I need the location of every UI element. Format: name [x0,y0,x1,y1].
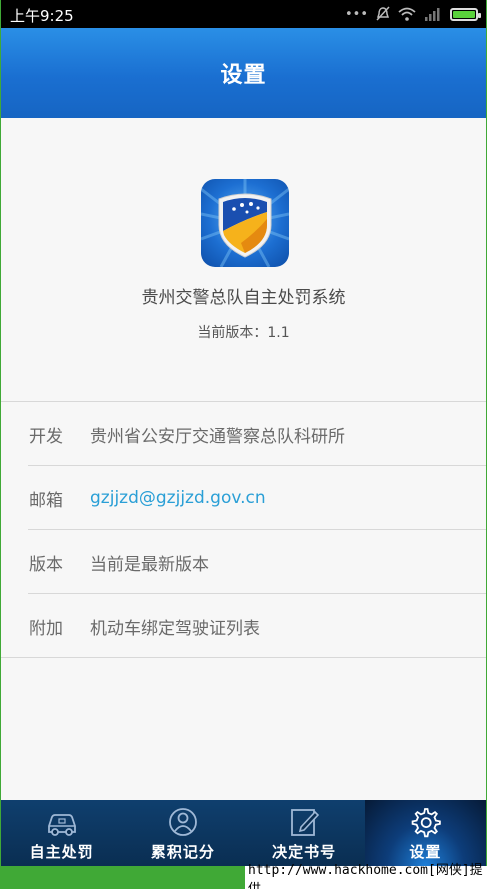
nav-item-self-penalty[interactable]: 自主处罚 [1,800,122,866]
user-icon [168,808,197,836]
info-list: 开发 贵州省公安厅交通警察总队科研所 邮箱 gzjjzd@gzjjzd.gov.… [1,401,486,658]
app-screen: 上午9:25 ••• 设置 贵州交警总队自主处罚系统 当前版本：1.1 开发 贵… [1,0,486,866]
nav-item-decision-number[interactable]: 决定书号 [244,800,365,866]
wifi-icon [398,7,416,21]
mute-icon [376,6,390,21]
info-label: 附加 [29,618,63,639]
status-bar: 上午9:25 ••• [1,0,486,28]
status-icons: ••• [344,4,481,24]
info-value: 当前是最新版本 [90,554,209,575]
info-value: 贵州省公安厅交通警察总队科研所 [90,426,345,447]
info-row-email[interactable]: 邮箱 gzjjzd@gzjjzd.gov.cn [1,466,486,530]
nav-label: 自主处罚 [29,843,94,861]
signal-icon [425,8,440,21]
info-value: 机动车绑定驾驶证列表 [90,618,260,639]
info-row-version[interactable]: 版本 当前是最新版本 [1,530,486,594]
status-time: 上午9:25 [10,7,74,25]
nav-item-accumulated-points[interactable]: 累积记分 [122,800,243,866]
police-shield-icon [201,179,289,267]
edit-document-icon [291,809,320,836]
nav-item-settings[interactable]: 设置 [364,800,486,866]
car-icon [47,814,76,836]
app-name: 贵州交警总队自主处罚系统 [141,288,346,308]
info-row-extra[interactable]: 附加 机动车绑定驾驶证列表 [1,594,486,658]
page-title: 设置 [220,63,267,88]
info-label: 开发 [29,426,63,447]
info-row-developer: 开发 贵州省公安厅交通警察总队科研所 [1,402,486,466]
watermark: http://www.hackhome.com[网侠]提供 [245,863,487,889]
battery-icon [450,7,481,21]
info-label: 版本 [29,554,63,575]
gear-icon [412,808,442,838]
email-link[interactable]: gzjjzd@gzjjzd.gov.cn [90,488,266,508]
app-version: 当前版本：1.1 [197,325,290,341]
app-logo [201,179,289,267]
nav-label: 累积记分 [150,843,215,861]
info-label: 邮箱 [29,490,63,511]
bottom-nav: 自主处罚 累积记分 决定书号 设置 [1,800,486,866]
app-header: 设置 [1,28,486,118]
more-dots-icon: ••• [344,6,368,22]
